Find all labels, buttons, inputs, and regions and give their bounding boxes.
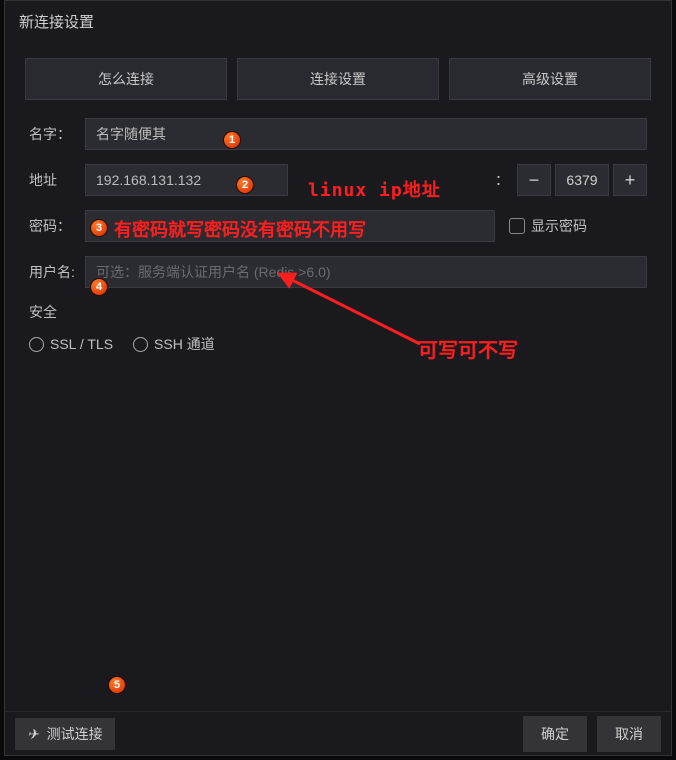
ssl-tls-label: SSL / TLS: [50, 336, 113, 352]
tab-connection-settings[interactable]: 连接设置: [237, 58, 439, 100]
row-name: 名字：: [29, 118, 647, 150]
dialog: 新连接设置 怎么连接 连接设置 高级设置 名字： 地址 ： − + 密码： 显示…: [4, 0, 672, 756]
port-input[interactable]: [555, 164, 609, 196]
annotation-password-note: 有密码就写密码没有密码不用写: [114, 216, 366, 242]
password-label: 密码：: [29, 216, 85, 236]
footer: ✈ 测试连接 确定 取消: [5, 711, 671, 755]
name-input[interactable]: [85, 118, 647, 150]
annotation-badge-3: 3: [90, 219, 108, 237]
ssl-tls-radio[interactable]: SSL / TLS: [29, 334, 113, 354]
annotation-badge-2: 2: [236, 176, 254, 194]
test-icon: ✈: [27, 726, 39, 742]
port-plus-button[interactable]: +: [613, 164, 647, 196]
cancel-button[interactable]: 取消: [597, 716, 661, 752]
radio-circle-icon: [133, 337, 148, 352]
port-minus-button[interactable]: −: [517, 164, 551, 196]
tab-how-to-connect[interactable]: 怎么连接: [25, 58, 227, 100]
address-input[interactable]: [85, 164, 288, 196]
show-password-checkbox[interactable]: 显示密码: [509, 216, 587, 236]
checkbox-box-icon: [509, 218, 525, 234]
annotation-arrow-icon: [280, 272, 440, 362]
name-label: 名字：: [29, 124, 85, 144]
annotation-ip-note: linux ip地址: [308, 176, 441, 202]
annotation-badge-4: 4: [90, 278, 108, 296]
test-connection-label: 测试连接: [47, 726, 103, 742]
annotation-badge-1: 1: [223, 131, 241, 149]
port-separator: ：: [495, 170, 509, 190]
show-password-label: 显示密码: [531, 216, 587, 236]
radio-circle-icon: [29, 337, 44, 352]
annotation-username-note: 可写可不写: [418, 334, 518, 363]
address-label: 地址: [29, 170, 85, 190]
username-label: 用户名:: [29, 262, 85, 282]
ssh-tunnel-label: SSH 通道: [154, 334, 215, 354]
dialog-title: 新连接设置: [5, 1, 671, 42]
test-connection-button[interactable]: ✈ 测试连接: [15, 718, 115, 750]
tabs: 怎么连接 连接设置 高级设置: [25, 58, 651, 100]
annotation-badge-5: 5: [108, 676, 126, 694]
ok-button[interactable]: 确定: [523, 716, 587, 752]
ssh-tunnel-radio[interactable]: SSH 通道: [133, 334, 215, 354]
tab-advanced-settings[interactable]: 高级设置: [449, 58, 651, 100]
